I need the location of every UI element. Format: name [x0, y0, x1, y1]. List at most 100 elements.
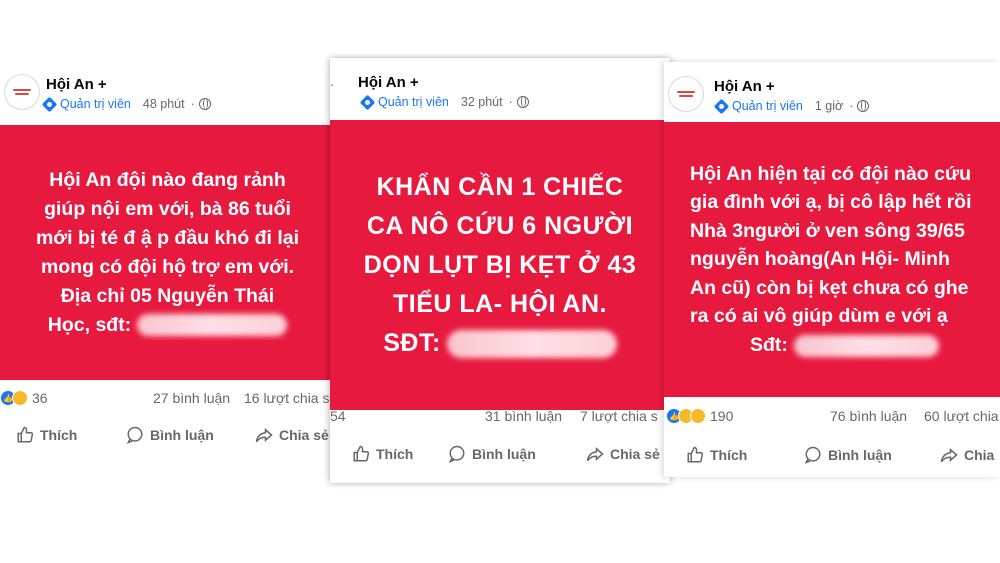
blurred-phone-number [446, 329, 617, 358]
post-stats: 54 31 bình luận 7 lượt chia s [330, 408, 670, 428]
share-arrow-icon [255, 428, 273, 443]
haha-reaction-icon [12, 390, 28, 406]
comment-bubble-icon [804, 446, 821, 464]
admin-label[interactable]: Quản trị viên [378, 95, 449, 109]
comment-button[interactable]: Bình luận [448, 445, 536, 463]
post-header: Hội An + Quản trị viên 48 phút · [0, 60, 335, 120]
shares-count[interactable]: 16 lượt chia s [244, 390, 329, 406]
post-stats: 👍 36 27 bình luận 16 lượt chia s [0, 390, 335, 410]
thumbs-up-icon [687, 446, 704, 463]
post-time[interactable]: 1 giờ [815, 99, 843, 113]
comment-button[interactable]: Bình luận [126, 426, 214, 444]
page-name[interactable]: Hội An + [358, 74, 419, 91]
like-button[interactable]: Thích [16, 426, 77, 444]
post-text-line: An cũ) còn bị kẹt chưa có ghe [690, 276, 969, 299]
post-actions: Thích Bình luận Chia sẻ [330, 441, 670, 471]
post-text-line: mong có đội hộ trợ em với. [40, 255, 295, 278]
comments-count[interactable]: 76 bình luận [830, 408, 907, 424]
comment-label: Bình luận [472, 446, 536, 462]
comment-bubble-icon [126, 426, 143, 444]
post-meta: Quản trị viên 1 giờ · [713, 98, 870, 114]
post-text-line: Hội An hiện tại có đội nào cứu [690, 162, 971, 185]
post-time[interactable]: 48 phút [143, 97, 185, 111]
post-text-line: giúp nội em với, bà 86 tuổi [44, 197, 291, 220]
separator: · [508, 95, 513, 109]
share-label: Chia sẻ [610, 446, 660, 462]
reaction-count: 36 [32, 390, 48, 406]
globe-icon[interactable] [198, 98, 211, 110]
post-text-line: TIỂU LA- HỘI AN. [392, 289, 607, 318]
thumbs-up-icon [17, 426, 34, 443]
post-text-line: DỌN LỤT BỊ KẸT Ở 43 [363, 250, 637, 279]
post-text-line: KHẨN CẦN 1 CHIẾC [376, 172, 624, 201]
post-meta: Quản trị viên 32 phút · [359, 94, 529, 110]
post-text-line: Hội An đội nào đang rảnh [49, 168, 286, 191]
post-text-line: Nhà 3người ở ven sông 39/65 [690, 219, 965, 242]
like-button[interactable]: Thích [686, 446, 747, 464]
reaction-count: 190 [710, 408, 734, 424]
post-actions: Thích Bình luận Chia [664, 442, 1000, 472]
globe-icon[interactable] [516, 96, 529, 108]
reactions-summary[interactable]: 54 [330, 408, 346, 424]
reactions-summary[interactable]: 👍 36 [0, 390, 48, 406]
shares-count[interactable]: 60 lượt chia s [924, 408, 1000, 424]
separator: · [849, 99, 854, 113]
sad-reaction-icon [690, 408, 706, 424]
post-text-line: CA NÔ CỨU 6 NGƯỜI [366, 211, 634, 240]
post-text-line-phone: Học, sđt: [47, 311, 288, 340]
comment-button[interactable]: Bình luận [804, 446, 892, 464]
comments-count[interactable]: 31 bình luận [485, 408, 562, 424]
globe-icon[interactable] [857, 100, 870, 112]
page-avatar[interactable] [668, 76, 704, 112]
page-name[interactable]: Hội An + [46, 76, 107, 93]
page-name[interactable]: Hội An + [714, 78, 775, 95]
post-text-line: mới bị té đ ậ p đầu khó đi lại [35, 226, 300, 249]
post-text-line: nguyễn hoàng(An Hội- Minh [690, 248, 950, 271]
admin-label[interactable]: Quản trị viên [60, 97, 131, 111]
share-button[interactable]: Chia sẻ [255, 426, 329, 444]
post-text-background: Hội An hiện tại có đội nào cứu gia đình … [664, 122, 1000, 397]
like-button[interactable]: Thích [352, 445, 413, 463]
more-options-icon[interactable]: ·· [330, 76, 335, 92]
comments-count[interactable]: 27 bình luận [153, 390, 230, 406]
post-text-line-phone: SĐT: [383, 324, 617, 363]
like-label: Thích [40, 427, 78, 443]
post-time[interactable]: 32 phút [461, 95, 503, 109]
comment-label: Bình luận [828, 447, 892, 463]
like-label: Thích [376, 446, 414, 462]
post-actions: Thích Bình luận Chia sẻ [0, 422, 335, 452]
admin-badge-icon [41, 96, 58, 112]
shares-count[interactable]: 7 lượt chia s [580, 408, 658, 424]
reactions-summary[interactable]: 👍 190 [666, 408, 733, 424]
post-text-line: Địa chỉ 05 Nguyễn Thái [60, 284, 275, 307]
comment-label: Bình luận [150, 427, 214, 443]
phone-label: Sđt: [750, 333, 788, 356]
admin-badge-icon [713, 98, 730, 114]
share-button[interactable]: Chia [940, 446, 994, 464]
reaction-count: 54 [330, 408, 346, 424]
share-label: Chia [964, 447, 995, 463]
comment-bubble-icon [448, 445, 465, 463]
post-card-3: Hội An + Quản trị viên 1 giờ · Hội An hi… [664, 62, 1000, 477]
post-header: Hội An + Quản trị viên 1 giờ · [664, 62, 1000, 122]
share-arrow-icon [940, 448, 958, 463]
post-text-line: ra có ai vô giúp dùm e với ạ [690, 305, 948, 328]
post-text-line-phone: Sđt: [690, 331, 939, 360]
page-avatar[interactable] [4, 74, 40, 110]
post-stats: 👍 190 76 bình luận 60 lượt chia s [664, 408, 1000, 428]
post-card-1: Hội An + Quản trị viên 48 phút · Hội An … [0, 60, 335, 455]
post-text-background: KHẨN CẦN 1 CHIẾC CA NÔ CỨU 6 NGƯỜI DỌN L… [330, 120, 670, 410]
like-label: Thích [710, 447, 748, 463]
thumbs-up-icon [353, 445, 370, 462]
post-meta: Quản trị viên 48 phút · [41, 96, 211, 112]
share-button[interactable]: Chia sẻ [586, 445, 660, 463]
share-arrow-icon [586, 447, 604, 462]
separator: · [190, 97, 195, 111]
admin-label[interactable]: Quản trị viên [732, 99, 803, 113]
blurred-phone-number [793, 334, 939, 357]
phone-label: Học, sđt: [47, 313, 132, 336]
admin-badge-icon [359, 94, 376, 110]
post-header: ·· Hội An + Quản trị viên 32 phút · [330, 58, 670, 118]
phone-label: SĐT: [383, 328, 441, 357]
post-card-2: ·· Hội An + Quản trị viên 32 phút · KHẨN… [330, 58, 670, 483]
